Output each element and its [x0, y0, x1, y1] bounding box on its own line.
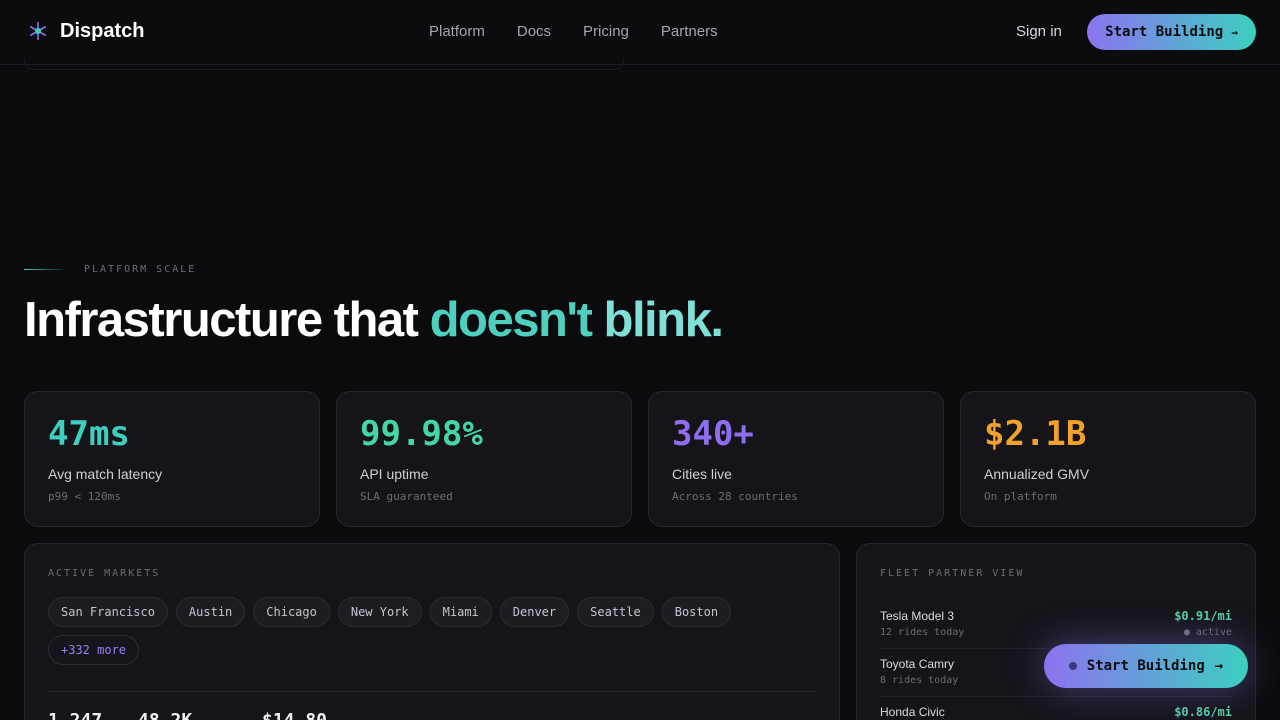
market-chip[interactable]: Denver — [499, 597, 570, 627]
stat-value: 99.98% — [360, 414, 483, 454]
arrow-right-icon: → — [1231, 25, 1238, 39]
stat-card-cities: 340+ Cities live Across 28 countries — [648, 391, 944, 527]
metric-value: $14.80 — [262, 710, 327, 720]
nav-link-docs[interactable]: Docs — [517, 23, 551, 40]
active-markets-panel: ACTIVE MARKETS San Francisco Austin Chic… — [24, 543, 840, 720]
start-building-button[interactable]: Start Building → — [1087, 14, 1256, 50]
market-chip[interactable]: New York — [337, 597, 422, 627]
market-chip[interactable]: San Francisco — [48, 597, 168, 627]
nav-link-partners[interactable]: Partners — [661, 23, 718, 40]
stat-card-latency: 47ms Avg match latency p99 < 120ms — [24, 391, 320, 527]
market-chip[interactable]: Austin — [175, 597, 246, 627]
nav-link-pricing[interactable]: Pricing — [583, 23, 629, 40]
stat-card-gmv: $2.1B Annualized GMV On platform — [960, 391, 1256, 527]
vehicle-status: ● active — [1183, 627, 1232, 638]
stat-label: Annualized GMV — [984, 466, 1090, 482]
metric-value: 1,247 — [48, 710, 138, 720]
brand-name: Dispatch — [60, 19, 145, 42]
headline-accent-2: blink. — [603, 293, 724, 347]
stat-value: 340+ — [672, 414, 754, 454]
headline-space — [591, 293, 603, 347]
vehicle-name: Tesla Model 3 — [880, 609, 955, 623]
vehicle-name: Toyota Camry — [880, 657, 955, 671]
start-building-label: Start Building — [1105, 24, 1224, 40]
top-navbar: Dispatch Platform Docs Pricing Partners … — [0, 0, 1280, 65]
stat-label: Avg match latency — [48, 466, 163, 482]
market-chip-list: San Francisco Austin Chicago New York Mi… — [48, 597, 748, 665]
more-markets-chip[interactable]: +332 more — [48, 635, 140, 665]
market-chip[interactable]: Miami — [429, 597, 492, 627]
market-chip[interactable]: Chicago — [253, 597, 330, 627]
floating-start-building-button[interactable]: Start Building → — [1044, 644, 1248, 688]
stat-subtext: Across 28 countries — [672, 490, 798, 503]
market-metrics: 1,247 48.2K $14.80 — [48, 710, 327, 720]
stat-card-uptime: 99.98% API uptime SLA guaranteed — [336, 391, 632, 527]
stat-label: Cities live — [672, 466, 732, 482]
vehicle-rides: 12 rides today — [880, 627, 965, 638]
eyebrow-line — [24, 269, 68, 270]
headline-accent-1: doesn't — [429, 293, 593, 347]
snowflake-icon — [29, 22, 47, 40]
eyebrow-text: PLATFORM SCALE — [84, 264, 197, 275]
brand-logo[interactable]: Dispatch — [26, 19, 144, 43]
market-chip[interactable]: Seattle — [577, 597, 654, 627]
hidden-panel-edge — [24, 58, 624, 70]
nav-link-platform[interactable]: Platform — [429, 23, 485, 40]
fleet-row[interactable]: Honda Civic $0.86/mi — [880, 697, 1232, 720]
stat-subtext: p99 < 120ms — [48, 490, 121, 503]
metric-value: 48.2K — [138, 710, 262, 720]
arrow-right-icon: → — [1214, 658, 1224, 674]
panel-title: ACTIVE MARKETS — [48, 568, 161, 579]
section-headline: Infrastructure that doesn't blink. — [24, 292, 724, 348]
vehicle-rate: $0.91/mi — [1174, 609, 1232, 623]
stat-subtext: On platform — [984, 490, 1057, 503]
divider — [48, 691, 816, 692]
stat-value: $2.1B — [984, 414, 1087, 454]
stat-value: 47ms — [48, 414, 130, 454]
fleet-partner-panel: FLEET PARTNER VIEW Tesla Model 3 12 ride… — [856, 543, 1256, 720]
section-eyebrow: PLATFORM SCALE — [24, 264, 196, 275]
sign-in-link[interactable]: Sign in — [1016, 23, 1062, 40]
vehicle-name: Honda Civic — [880, 705, 945, 719]
market-chip[interactable]: Boston — [661, 597, 732, 627]
stat-subtext: SLA guaranteed — [360, 490, 453, 503]
floating-cta-label: Start Building — [1086, 658, 1205, 674]
panel-title: FLEET PARTNER VIEW — [880, 568, 1025, 579]
headline-plain: Infrastructure that — [24, 293, 430, 347]
fleet-row[interactable]: Tesla Model 3 12 rides today $0.91/mi ● … — [880, 601, 1232, 649]
vehicle-rides: 8 rides today — [880, 675, 959, 686]
vehicle-rate: $0.86/mi — [1174, 705, 1232, 719]
status-dot-icon — [1068, 662, 1077, 670]
stat-label: API uptime — [360, 466, 429, 482]
main-nav: Platform Docs Pricing Partners — [429, 23, 718, 40]
